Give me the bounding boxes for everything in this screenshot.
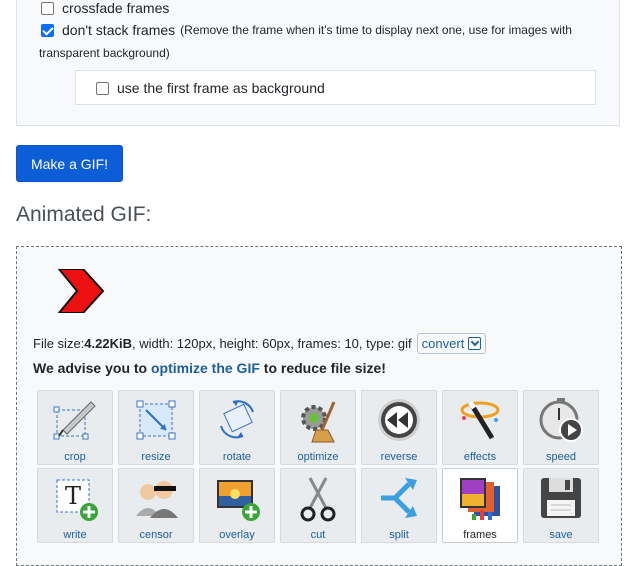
cut-icon <box>300 477 336 522</box>
crossfade-label: crossfade frames <box>62 0 170 16</box>
tool-label: resize <box>141 451 171 463</box>
tool-label: save <box>549 529 573 541</box>
dont-stack-note-continued: transparent background) <box>39 46 170 60</box>
tool-label: write <box>63 529 87 541</box>
tool-censor[interactable]: censor <box>118 468 194 543</box>
convert-button[interactable]: convert <box>416 333 487 354</box>
tool-speed[interactable]: speed <box>523 390 599 465</box>
advice-after: to reduce file size! <box>259 360 386 376</box>
first-frame-label: use the first frame as background <box>117 80 325 96</box>
dont-stack-note: (Remove the frame when it's time to disp… <box>180 23 572 37</box>
tool-resize[interactable]: resize <box>118 390 194 465</box>
tool-label: frames <box>463 529 497 541</box>
tool-reverse[interactable]: reverse <box>361 390 437 465</box>
speed-icon <box>539 398 583 442</box>
tool-frames[interactable]: frames <box>442 468 518 543</box>
tool-rotate[interactable]: rotate <box>199 390 275 465</box>
animated-gif-title: Animated GIF: <box>16 203 152 226</box>
tool-save[interactable]: save <box>523 468 599 543</box>
tool-cut[interactable]: cut <box>280 468 356 543</box>
gif-options-panel: crossfade frames don't stack frames (Rem… <box>16 0 620 126</box>
tool-label: cut <box>310 529 326 541</box>
crop-icon <box>53 401 96 440</box>
split-icon <box>381 478 417 518</box>
overlay-icon <box>217 480 260 521</box>
file-size: 4.22KiB <box>84 336 132 351</box>
svg-text:T: T <box>65 482 81 510</box>
gif-result-panel: File size: 4.22KiB , width: 120px, heigh… <box>16 246 622 566</box>
make-gif-button[interactable]: Make a GIF! <box>16 145 123 182</box>
dont-stack-option[interactable]: don't stack frames (Remove the frame whe… <box>41 22 572 38</box>
tool-label: overlay <box>219 529 255 541</box>
tool-effects[interactable]: effects <box>442 390 518 465</box>
tool-label: speed <box>546 451 576 463</box>
dropdown-arrow-icon <box>468 337 482 350</box>
crossfade-option[interactable]: crossfade frames <box>41 0 169 16</box>
tool-label: crop <box>64 451 86 463</box>
optimize-advice: We advise you to optimize the GIF to red… <box>33 360 386 376</box>
advice-before: We advise you to <box>33 360 151 376</box>
first-frame-checkbox[interactable] <box>96 81 109 95</box>
resize-icon <box>136 400 176 440</box>
dont-stack-checkbox[interactable] <box>41 23 54 37</box>
file-info: File size: 4.22KiB , width: 120px, heigh… <box>33 333 487 354</box>
tool-label: censor <box>139 529 173 541</box>
first-frame-option[interactable]: use the first frame as background <box>96 80 325 96</box>
frames-icon <box>460 478 500 520</box>
dont-stack-label: don't stack frames <box>62 22 176 38</box>
convert-label: convert <box>421 336 465 351</box>
tool-label: optimize <box>297 451 339 463</box>
tool-label: split <box>389 529 409 541</box>
reverse-icon <box>378 399 420 441</box>
optimize-icon <box>301 401 336 443</box>
tool-optimize[interactable]: optimize <box>280 390 356 465</box>
file-info-prefix: File size: <box>33 336 85 351</box>
tool-label: rotate <box>222 451 252 463</box>
animated-gif-preview <box>57 269 105 313</box>
tool-crop[interactable]: crop <box>37 390 113 465</box>
tool-overlay[interactable]: overlay <box>199 468 275 543</box>
tool-write[interactable]: T write <box>37 468 113 543</box>
effects-icon <box>460 400 500 440</box>
write-icon: T <box>56 479 98 521</box>
tool-label: effects <box>463 451 497 463</box>
first-frame-box: use the first frame as background <box>75 70 596 105</box>
file-details: , width: 120px, height: 60px, frames: 10… <box>132 336 412 351</box>
tool-split[interactable]: split <box>361 468 437 543</box>
tool-label: reverse <box>380 451 418 463</box>
crossfade-checkbox[interactable] <box>41 1 54 15</box>
censor-icon <box>136 481 178 518</box>
optimize-link[interactable]: optimize the GIF <box>151 360 260 376</box>
rotate-icon <box>220 400 254 439</box>
save-icon <box>541 478 581 518</box>
